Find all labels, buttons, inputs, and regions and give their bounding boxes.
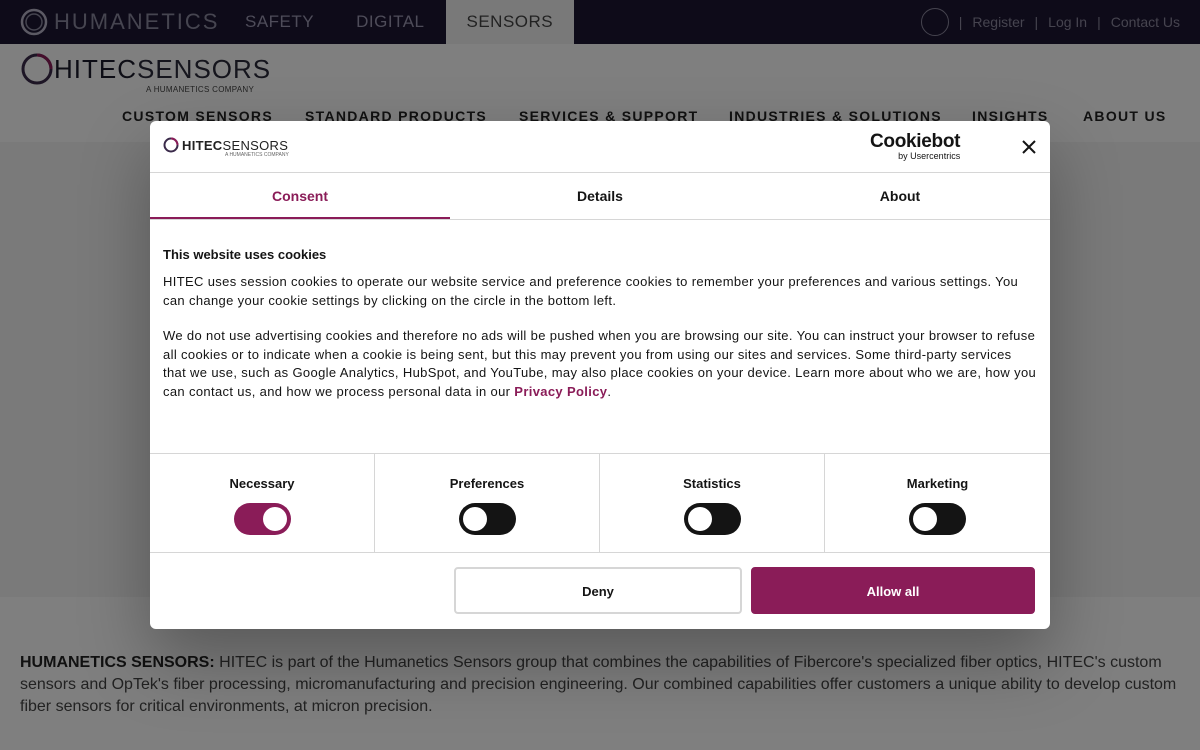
consent-title: This website uses cookies: [163, 247, 327, 262]
dialog-logo: HITECSENSORS A HUMANETICS COMPANY: [163, 137, 289, 158]
preferences-switch[interactable]: [459, 503, 516, 535]
cookie-consent-dialog: HITECSENSORS A HUMANETICS COMPANY Cookie…: [150, 121, 1050, 629]
toggle-marketing: Marketing: [825, 454, 1050, 552]
switch-knob: [913, 507, 937, 531]
toggle-label: Marketing: [906, 476, 969, 491]
statistics-switch[interactable]: [684, 503, 741, 535]
switch-knob: [688, 507, 712, 531]
deny-button[interactable]: Deny: [454, 567, 742, 614]
cookiebot-sub: by Usercentrics: [898, 151, 961, 161]
allow-all-button[interactable]: Allow all: [751, 567, 1035, 614]
consent-toggles: Necessary Preferences Statistics Marketi…: [150, 453, 1050, 553]
switch-knob: [463, 507, 487, 531]
toggle-label: Preferences: [449, 476, 525, 491]
tab-details[interactable]: Details: [450, 174, 750, 219]
dialog-header: HITECSENSORS A HUMANETICS COMPANY Cookie…: [150, 121, 1050, 173]
cookiebot-logo[interactable]: Cookiebot by Usercentrics: [870, 131, 961, 162]
toggle-necessary: Necessary: [150, 454, 375, 552]
consent-content: This website uses cookies HITEC uses ses…: [163, 247, 1037, 401]
toggle-statistics: Statistics: [600, 454, 825, 552]
necessary-switch[interactable]: [234, 503, 291, 535]
consent-paragraph-2-end: .: [607, 383, 612, 399]
toggle-label: Statistics: [683, 476, 741, 491]
consent-paragraph-1: HITEC uses session cookies to operate ou…: [163, 274, 1019, 308]
marketing-switch[interactable]: [909, 503, 966, 535]
tab-about[interactable]: About: [750, 174, 1050, 219]
dialog-logo-subtitle: A HUMANETICS COMPANY: [225, 152, 289, 158]
toggle-preferences: Preferences: [375, 454, 600, 552]
toggle-label: Necessary: [229, 476, 295, 491]
dialog-logo-bold: HITEC: [182, 137, 223, 153]
consent-paragraph-2: We do not use advertising cookies and th…: [163, 327, 1037, 401]
dialog-logo-light: SENSORS: [222, 137, 289, 153]
switch-knob: [263, 507, 287, 531]
cookiebot-name: Cookiebot: [870, 131, 961, 152]
hitec-ring-icon: [163, 137, 179, 153]
close-icon[interactable]: [1019, 137, 1039, 157]
tab-consent[interactable]: Consent: [150, 174, 450, 219]
privacy-policy-link[interactable]: Privacy Policy: [514, 384, 607, 399]
dialog-tabs: Consent Details About: [150, 174, 1050, 220]
